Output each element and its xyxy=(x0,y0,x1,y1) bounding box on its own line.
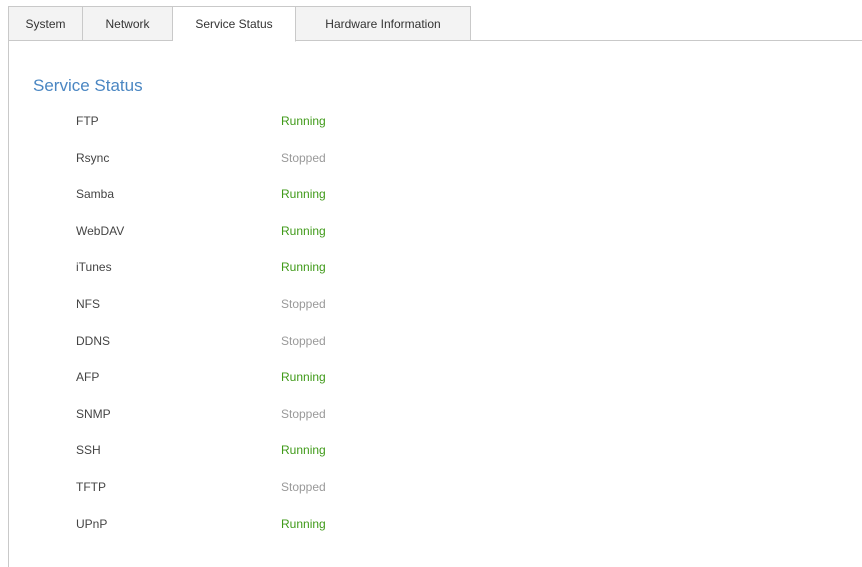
service-row: Samba Running xyxy=(9,187,509,207)
tab-system[interactable]: System xyxy=(9,6,83,41)
service-name: Rsync xyxy=(76,151,110,165)
service-status: Running xyxy=(281,187,326,201)
tab-hardware-information[interactable]: Hardware Information xyxy=(296,6,471,41)
service-status: Stopped xyxy=(281,334,326,348)
service-row: TFTP Stopped xyxy=(9,480,509,500)
service-status: Running xyxy=(281,224,326,238)
service-row: FTP Running xyxy=(9,114,509,134)
tab-label: Hardware Information xyxy=(325,16,441,31)
service-status: Stopped xyxy=(281,297,326,311)
service-row: DDNS Stopped xyxy=(9,334,509,354)
tab-label: System xyxy=(25,16,66,31)
service-status: Stopped xyxy=(281,151,326,165)
service-name: WebDAV xyxy=(76,224,125,238)
service-name: FTP xyxy=(76,114,99,128)
service-row: Rsync Stopped xyxy=(9,151,509,171)
service-row: iTunes Running xyxy=(9,260,509,280)
service-row: NFS Stopped xyxy=(9,297,509,317)
service-name: Samba xyxy=(76,187,115,201)
service-row: AFP Running xyxy=(9,370,509,390)
section-title: Service Status xyxy=(33,76,143,95)
content-panel: System Network Service Status Hardware I… xyxy=(8,6,862,567)
service-row: UPnP Running xyxy=(9,517,509,537)
service-name: SNMP xyxy=(76,407,111,421)
service-name: TFTP xyxy=(76,480,106,494)
service-status: Running xyxy=(281,370,326,384)
service-name: SSH xyxy=(76,443,101,457)
service-name: iTunes xyxy=(76,260,112,274)
tab-label: Network xyxy=(105,16,150,31)
service-status: Running xyxy=(281,114,326,128)
service-status: Running xyxy=(281,260,326,274)
service-row: SNMP Stopped xyxy=(9,407,509,427)
tab-bar: System Network Service Status Hardware I… xyxy=(9,6,862,42)
service-status: Stopped xyxy=(281,407,326,421)
service-status: Running xyxy=(281,443,326,457)
service-name: AFP xyxy=(76,370,100,384)
service-name: DDNS xyxy=(76,334,111,348)
tab-service-status[interactable]: Service Status xyxy=(173,6,296,42)
service-status: Running xyxy=(281,517,326,531)
service-status: Stopped xyxy=(281,480,326,494)
service-row: WebDAV Running xyxy=(9,224,509,244)
tab-network[interactable]: Network xyxy=(83,6,173,41)
tab-label: Service Status xyxy=(195,17,273,31)
service-row: SSH Running xyxy=(9,443,509,463)
service-name: NFS xyxy=(76,297,100,311)
service-name: UPnP xyxy=(76,517,108,531)
